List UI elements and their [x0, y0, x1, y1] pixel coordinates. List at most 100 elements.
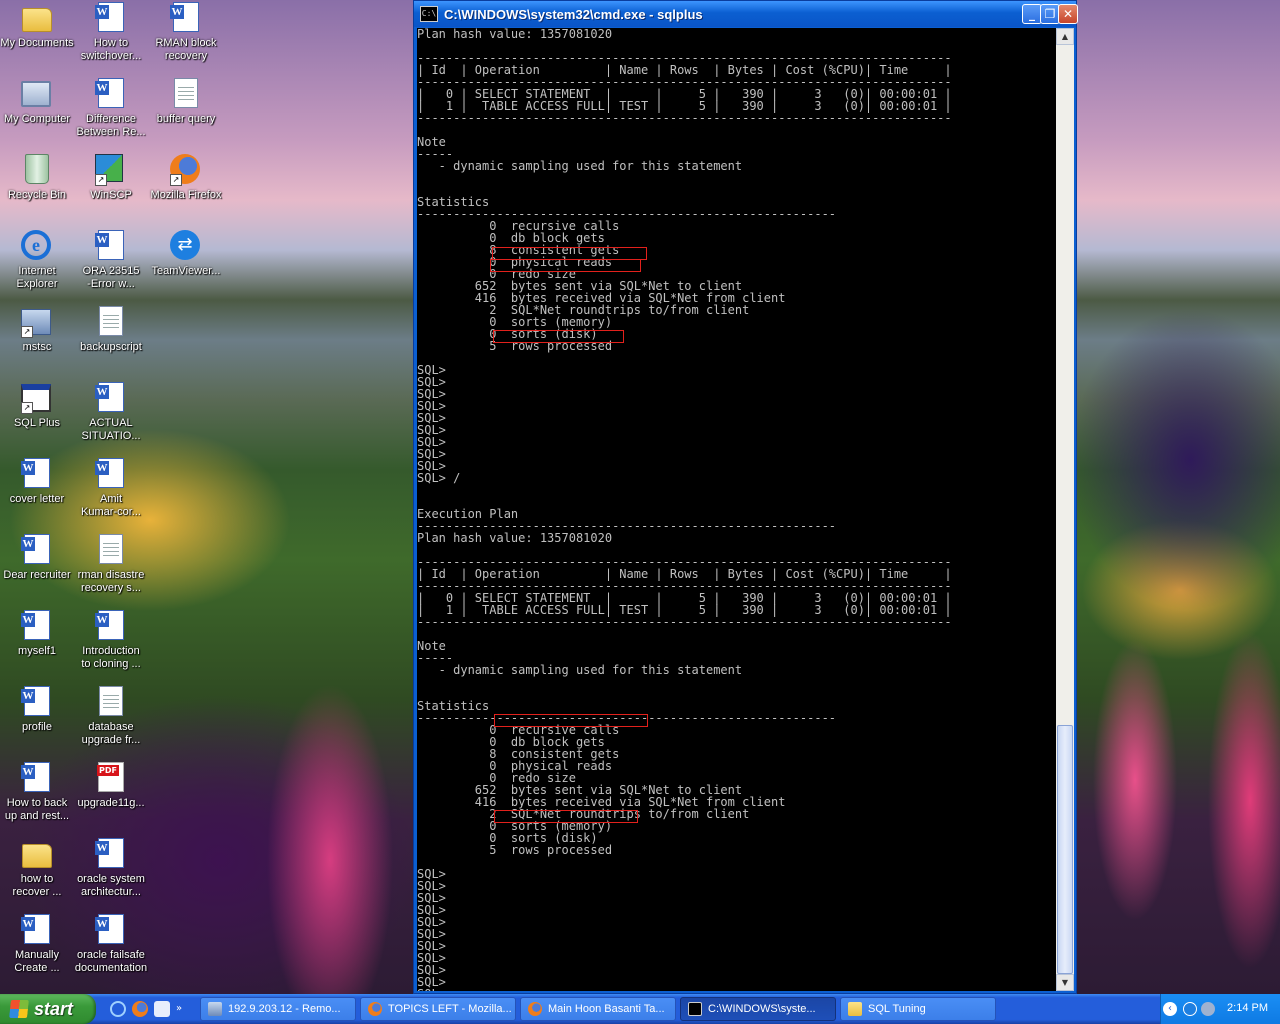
recycle-bin-icon	[21, 154, 53, 186]
task-label: TOPICS LEFT - Mozilla...	[388, 1003, 512, 1015]
desktop-icon-how-to-recover[interactable]: how to recover ...	[0, 838, 74, 899]
highlight-sorts-disk	[493, 330, 624, 343]
task-label: C:\WINDOWS\syste...	[708, 1003, 816, 1015]
desktop-icon-database-upgrade[interactable]: database upgrade fr...	[74, 686, 148, 747]
cmd-icon	[688, 1002, 702, 1016]
minimize-button[interactable]: _	[1022, 4, 1042, 24]
desktop-icon-label: Amit Kumar-cor...	[81, 493, 141, 518]
desktop-icon-how-to-switchover[interactable]: How to switchover...	[74, 2, 148, 63]
desktop-icon-my-computer[interactable]: My Computer	[0, 78, 74, 126]
word-document-icon	[21, 686, 53, 718]
console-text: Plan hash value: 1357081020 ------------…	[417, 28, 952, 991]
folder-icon	[21, 838, 53, 870]
my-computer-icon	[21, 78, 53, 110]
word-document-icon	[95, 610, 127, 642]
desktop-icon-rman-block-recovery[interactable]: RMAN block recovery	[149, 2, 223, 63]
desktop-icon-label: Manually Create ...	[14, 949, 60, 974]
desktop-icon-internet-explorer[interactable]: e Internet Explorer	[0, 230, 74, 291]
desktop-icon-label: Introduction to cloning ...	[81, 645, 141, 670]
desktop-icon-dear-recruiter[interactable]: Dear recruiter	[0, 534, 74, 582]
desktop-icon-introduction-to-cloning[interactable]: Introduction to cloning ...	[74, 610, 148, 671]
desktop-icon-label: how to recover ...	[12, 873, 62, 898]
word-document-icon	[95, 382, 127, 414]
desktop-icon-label: SQL Plus	[13, 417, 61, 429]
desktop-icon-actual-situation[interactable]: ACTUAL SITUATIO...	[74, 382, 148, 443]
window-titlebar[interactable]: C:\ C:\WINDOWS\system32\cmd.exe - sqlplu…	[414, 1, 1078, 27]
word-document-icon	[95, 2, 127, 34]
internet-explorer-icon: e	[21, 230, 53, 262]
word-document-icon	[95, 458, 127, 490]
task-label: SQL Tuning	[868, 1003, 926, 1015]
desktop-icon-label: ACTUAL SITUATIO...	[81, 417, 141, 442]
scroll-thumb[interactable]	[1057, 725, 1073, 974]
desktop-icon-label: oracle failsafe documentation	[74, 949, 148, 974]
close-button[interactable]: ✕	[1058, 4, 1078, 24]
teamviewer-tray-icon[interactable]	[1183, 1002, 1197, 1016]
desktop-icon-ora-23515[interactable]: ORA 23515 -Error w...	[74, 230, 148, 291]
cmd-icon[interactable]: C:\	[420, 6, 438, 22]
start-label: start	[34, 998, 74, 1019]
network-tray-icon[interactable]	[1201, 1002, 1215, 1016]
desktop-icon-label: Mozilla Firefox	[150, 189, 222, 201]
desktop-icon-label: ORA 23515 -Error w...	[82, 265, 140, 290]
desktop-icon-recycle-bin[interactable]: Recycle Bin	[0, 154, 74, 202]
desktop-icon-upgrade11g[interactable]: upgrade11g...	[74, 762, 148, 810]
highlight-sorts-memory	[494, 810, 638, 823]
desktop-icon-backupscript[interactable]: backupscript	[74, 306, 148, 354]
task-main-hoon-firefox[interactable]: Main Hoon Basanti Ta...	[520, 997, 676, 1021]
desktop-icon-winscp[interactable]: WinSCP	[74, 154, 148, 202]
desktop-icon-buffer-query[interactable]: buffer query	[149, 78, 223, 126]
desktop-icon-sql-plus[interactable]: SQL Plus	[0, 382, 74, 430]
desktop-icon-mstsc[interactable]: mstsc	[0, 306, 74, 354]
desktop-icon-myself1[interactable]: myself1	[0, 610, 74, 658]
desktop-icon-oracle-failsafe[interactable]: oracle failsafe documentation	[74, 914, 148, 975]
windows-logo-icon	[9, 1000, 29, 1018]
desktop-icon-how-to-back-up[interactable]: How to back up and rest...	[0, 762, 74, 823]
highlight-recursive-calls	[494, 714, 648, 727]
desktop-icon-my-documents[interactable]: My Documents	[0, 2, 74, 50]
desktop-icon-label: My Documents	[0, 37, 74, 49]
start-button[interactable]: start	[0, 994, 96, 1024]
scroll-down-button[interactable]: ▼	[1056, 974, 1074, 991]
task-sql-tuning-folder[interactable]: SQL Tuning	[840, 997, 996, 1021]
desktop-icon-label: RMAN block recovery	[155, 37, 217, 62]
task-cmd[interactable]: C:\WINDOWS\syste...	[680, 997, 836, 1021]
word-document-icon	[95, 914, 127, 946]
desktop-icon-difference-between[interactable]: Difference Between Re...	[74, 78, 148, 139]
desktop-icon-mozilla-firefox[interactable]: Mozilla Firefox	[149, 154, 223, 202]
taskbar: start » 192.9.203.12 - Remo... TOPICS LE…	[0, 994, 1280, 1024]
desktop-icon-cover-letter[interactable]: cover letter	[0, 458, 74, 506]
quicklaunch-desktop-icon[interactable]	[154, 1001, 170, 1017]
cmd-window[interactable]: C:\ C:\WINDOWS\system32\cmd.exe - sqlplu…	[413, 0, 1078, 994]
word-document-icon	[21, 458, 53, 490]
task-topics-left-firefox[interactable]: TOPICS LEFT - Mozilla...	[360, 997, 516, 1021]
desktop-icon-rman-disastre[interactable]: rman disastre recovery s...	[74, 534, 148, 595]
desktop-icon-label: myself1	[18, 645, 56, 657]
quicklaunch-more-icon[interactable]: »	[176, 1001, 186, 1017]
folder-icon	[848, 1002, 862, 1016]
word-document-icon	[95, 838, 127, 870]
console-output[interactable]: Plan hash value: 1357081020 ------------…	[417, 28, 1056, 991]
word-document-icon	[21, 610, 53, 642]
task-label: 192.9.203.12 - Remo...	[228, 1003, 341, 1015]
sqlplus-icon	[21, 382, 53, 414]
desktop-icon-label: rman disastre recovery s...	[77, 569, 145, 594]
desktop-icon-label: backupscript	[80, 341, 142, 353]
desktop-icon-profile[interactable]: profile	[0, 686, 74, 734]
desktop-icon-oracle-system-architecture[interactable]: oracle system architectur...	[74, 838, 148, 899]
maximize-button[interactable]: ❐	[1040, 4, 1060, 24]
desktop-icon-amit-kumar[interactable]: Amit Kumar-cor...	[74, 458, 148, 519]
desktop-icon-manually-create[interactable]: Manually Create ...	[0, 914, 74, 975]
scroll-up-button[interactable]: ▲	[1056, 28, 1074, 45]
vertical-scrollbar[interactable]: ▲ ▼	[1056, 28, 1074, 991]
desktop-icon-label: database upgrade fr...	[81, 721, 141, 746]
desktop-icon-teamviewer[interactable]: ⇄ TeamViewer...	[149, 230, 223, 278]
desktop-icon-label: How to switchover...	[80, 37, 142, 62]
quicklaunch-ie-icon[interactable]	[110, 1001, 126, 1017]
desktop-icon-label: How to back up and rest...	[4, 797, 70, 822]
tray-expand-icon[interactable]: ‹	[1163, 1002, 1177, 1016]
quicklaunch-firefox-icon[interactable]	[132, 1001, 148, 1017]
firefox-icon	[528, 1002, 542, 1016]
task-remote-desktop[interactable]: 192.9.203.12 - Remo...	[200, 997, 356, 1021]
clock[interactable]: 2:14 PM	[1227, 1002, 1268, 1014]
